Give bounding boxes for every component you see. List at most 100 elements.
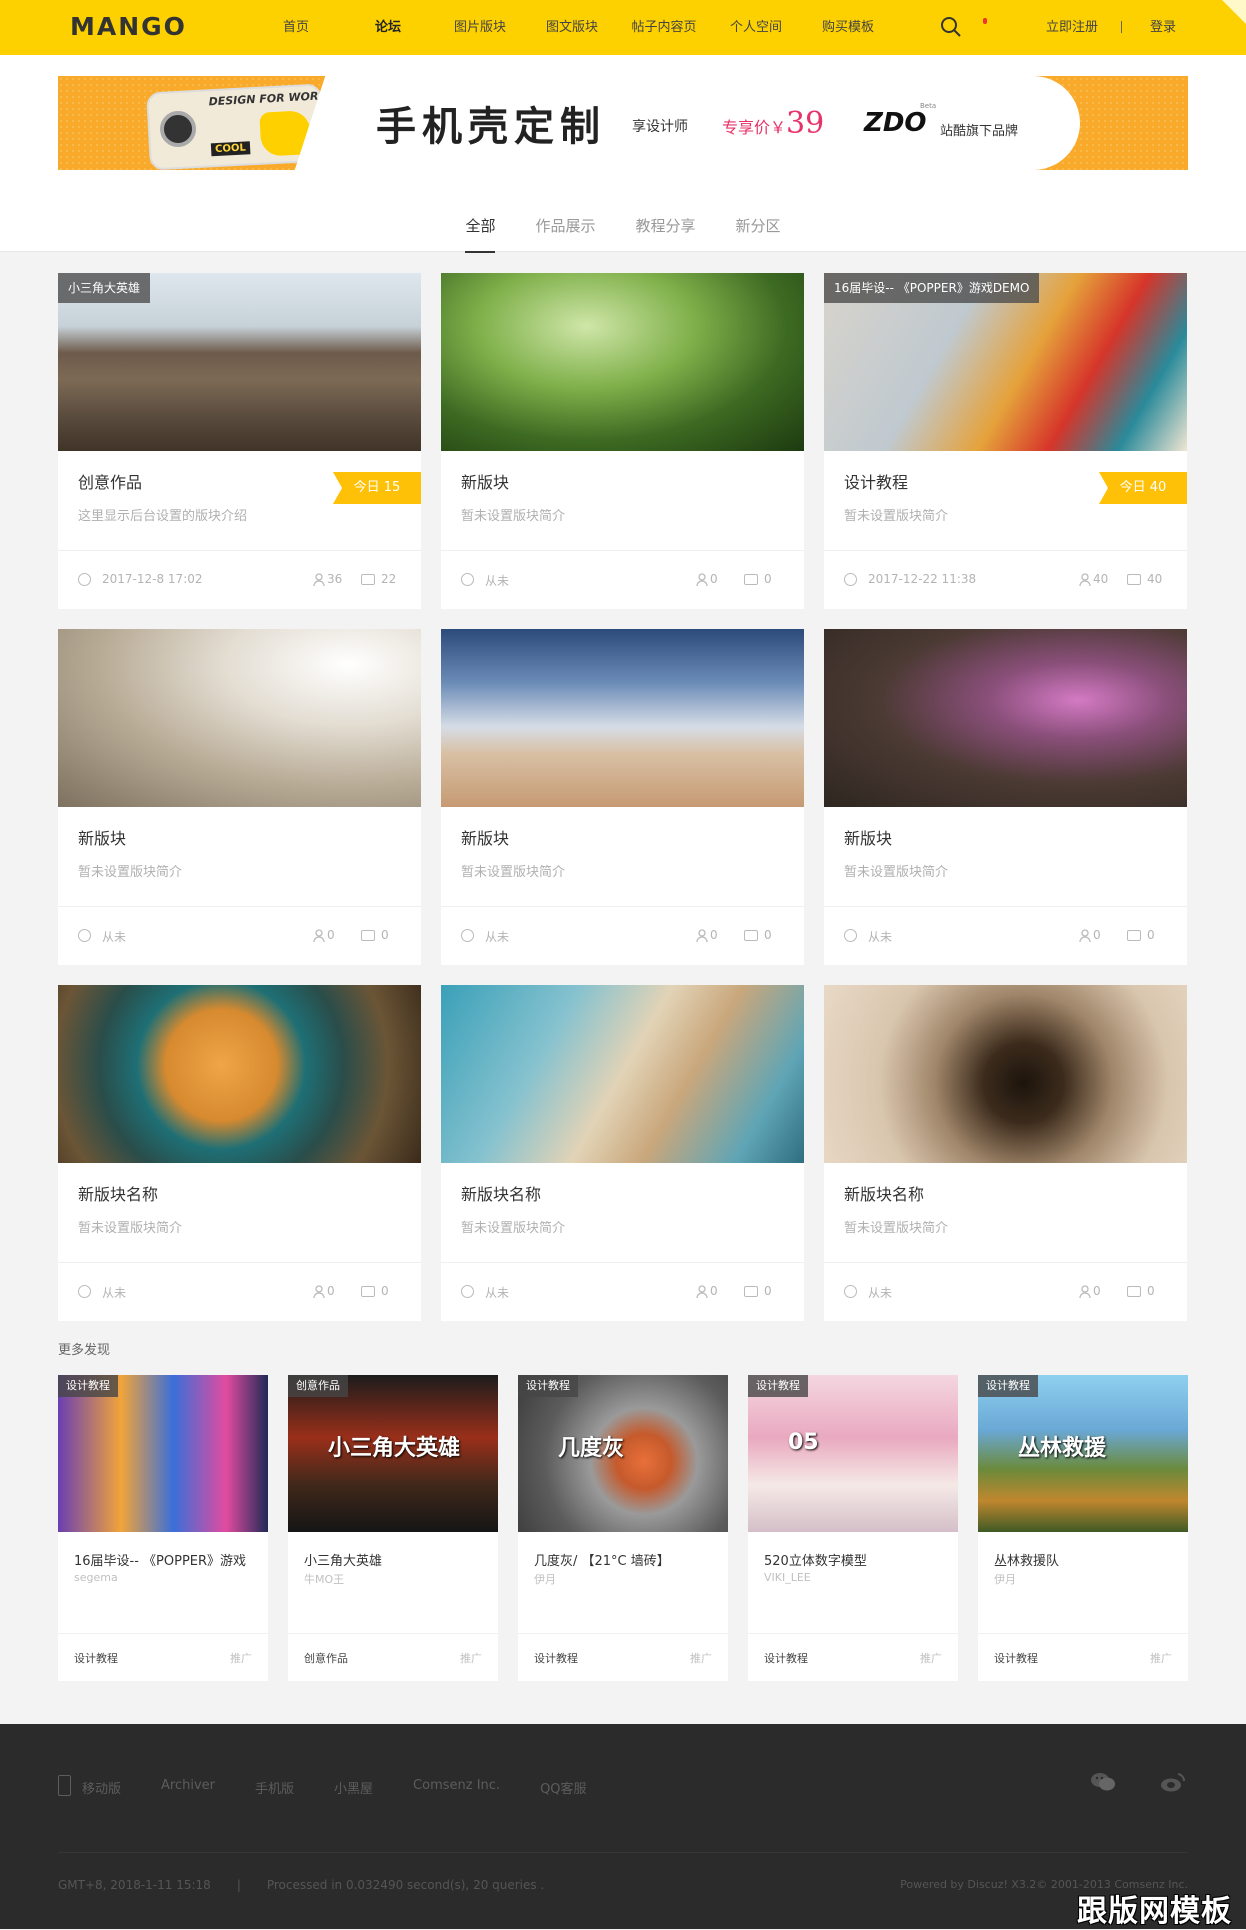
ad-banner[interactable]: DESIGN FOR WOR COOL 手机壳定制 享设计师 专享价￥39 ZD…	[58, 76, 1188, 170]
forum-card-meta: 从未 0 0	[844, 1282, 1167, 1302]
discover-card-title[interactable]: 小三角大英雄	[304, 1550, 484, 1569]
card-divider	[824, 906, 1187, 907]
forum-card-image[interactable]	[58, 629, 421, 807]
user-icon	[696, 573, 708, 586]
forum-card-title[interactable]: 创意作品	[78, 469, 142, 493]
weibo-icon[interactable]	[1160, 1772, 1186, 1792]
image-icon	[361, 574, 375, 585]
tab-tutorials[interactable]: 教程分享	[636, 205, 696, 253]
user-icon	[696, 1285, 708, 1298]
tab-all[interactable]: 全部	[465, 205, 496, 253]
forum-card-title[interactable]: 新版块	[461, 825, 509, 849]
discover-card-title[interactable]: 丛林救援队	[994, 1550, 1174, 1569]
nav-image-text-board[interactable]: 图文版块	[526, 0, 618, 55]
discover-card[interactable]: 几度灰 设计教程 几度灰/ 【21°C 墙砖】 伊月 设计教程 推广	[518, 1375, 728, 1681]
register-link[interactable]: 立即注册	[1046, 0, 1098, 55]
last-post-time: 从未	[485, 1286, 510, 1300]
discover-card[interactable]: 05 设计教程 520立体数字模型 VIKI_LEE 设计教程 推广	[748, 1375, 958, 1681]
footer-link-qq[interactable]: QQ客服	[540, 1778, 586, 1797]
forum-card-title[interactable]: 新版块	[844, 825, 892, 849]
site-logo[interactable]: MANGO	[70, 12, 187, 41]
nav-home[interactable]: 首页	[250, 0, 342, 55]
post-count: 40	[1147, 572, 1163, 586]
tab-works[interactable]: 作品展示	[535, 205, 595, 253]
forum-card-image[interactable]	[441, 273, 804, 451]
forum-card-desc: 暂未设置版块简介	[461, 509, 566, 524]
today-count-badge: 今日 40	[1099, 472, 1187, 504]
discover-card-title[interactable]: 16届毕设-- 《POPPER》游戏	[74, 1550, 254, 1569]
forum-card-image[interactable]	[824, 629, 1187, 807]
forum-card[interactable]: 新版块 暂未设置版块简介 从未 0 0	[441, 273, 804, 609]
today-count-badge: 今日 15	[333, 472, 421, 504]
forum-card-title[interactable]: 新版块名称	[78, 1181, 158, 1205]
forum-card[interactable]: 新版块 暂未设置版块简介 从未 0 0	[441, 629, 804, 965]
forum-card-meta: 2017-12-22 11:38 40 40	[844, 570, 1167, 590]
forum-card-title[interactable]: 设计教程	[844, 469, 908, 493]
discover-card-category[interactable]: 创意作品	[304, 1650, 348, 1666]
discover-card[interactable]: 丛林救援 设计教程 丛林救援队 伊月 设计教程 推广	[978, 1375, 1188, 1681]
post-count: 0	[381, 928, 389, 942]
discover-card-label: 创意作品	[288, 1375, 348, 1397]
forum-card-desc: 暂未设置版块简介	[844, 1221, 949, 1236]
forum-card-desc: 暂未设置版块简介	[78, 1221, 183, 1236]
discover-card-title[interactable]: 几度灰/ 【21°C 墙砖】	[534, 1550, 714, 1569]
discover-card-category[interactable]: 设计教程	[74, 1650, 118, 1666]
user-count: 40	[1093, 572, 1109, 586]
discover-card-author[interactable]: VIKI_LEE	[764, 1571, 811, 1584]
footer-link-comsenz[interactable]: Comsenz Inc.	[413, 1778, 500, 1797]
forum-card-title[interactable]: 新版块名称	[844, 1181, 924, 1205]
forum-card-meta: 2017-12-8 17:02 36 22	[78, 570, 401, 590]
footer-link-mobile[interactable]: 移动版	[58, 1775, 121, 1797]
forum-card-image[interactable]	[58, 985, 421, 1163]
post-count: 0	[1147, 928, 1155, 942]
forum-card[interactable]: 新版块 暂未设置版块简介 从未 0 0	[824, 629, 1187, 965]
forum-card-meta: 从未 0 0	[844, 926, 1167, 946]
forum-card[interactable]: 新版块名称暂未设置版块简介从未 0 0	[824, 985, 1187, 1321]
discover-card-image[interactable]: 05	[748, 1375, 958, 1532]
forum-card[interactable]: 新版块 暂未设置版块简介 从未 0 0	[58, 629, 421, 965]
forum-card-title[interactable]: 新版块名称	[461, 1181, 541, 1205]
discover-card-author[interactable]: segema	[74, 1571, 118, 1584]
discover-card-author[interactable]: 伊月	[534, 1571, 556, 1587]
nav-forum[interactable]: 论坛	[342, 0, 434, 55]
forum-card-image[interactable]	[441, 985, 804, 1163]
forum-card-image[interactable]	[824, 985, 1187, 1163]
discover-card-author[interactable]: 伊月	[994, 1571, 1016, 1587]
image-icon	[744, 574, 758, 585]
forum-card[interactable]: 新版块名称 暂未设置版块简介 从未 0 0	[441, 985, 804, 1321]
search-icon[interactable]	[940, 16, 962, 38]
discover-card-title[interactable]: 520立体数字模型	[764, 1550, 944, 1569]
forum-card[interactable]: 小三角大英雄 创意作品 这里显示后台设置的版块介绍 今日 15 2017-12-8 17…	[58, 273, 421, 609]
discover-card[interactable]: 小三角大英雄 创意作品 小三角大英雄 牛MO王 创意作品 推广	[288, 1375, 498, 1681]
forum-card[interactable]: 新版块名称 暂未设置版块简介 从未 0 0	[58, 985, 421, 1321]
nav-post-page[interactable]: 帖子内容页	[618, 0, 710, 55]
discover-card-image[interactable]	[58, 1375, 268, 1532]
nav-image-board[interactable]: 图片版块	[434, 0, 526, 55]
login-link[interactable]: 登录	[1150, 0, 1176, 55]
top-navbar: MANGO 首页 论坛 图片版块 图文版块 帖子内容页 个人空间 购买模板 立即…	[0, 0, 1246, 55]
tab-new-section[interactable]: 新分区	[736, 205, 781, 253]
discover-card-image[interactable]: 丛林救援	[978, 1375, 1188, 1532]
footer-link-phone[interactable]: 手机版	[255, 1778, 294, 1797]
footer-link-blackroom[interactable]: 小黑屋	[334, 1778, 373, 1797]
discover-card-category[interactable]: 设计教程	[994, 1650, 1038, 1666]
discover-card-image[interactable]: 小三角大英雄	[288, 1375, 498, 1532]
discover-card[interactable]: 设计教程 16届毕设-- 《POPPER》游戏 segema 设计教程 推广	[58, 1375, 268, 1681]
footer-link-archiver[interactable]: Archiver	[161, 1778, 215, 1797]
banner-price-prefix: 专享价￥	[722, 118, 787, 137]
discover-card-category[interactable]: 设计教程	[764, 1650, 808, 1666]
discover-card-author[interactable]: 牛MO王	[304, 1571, 344, 1587]
forum-card-image[interactable]	[441, 629, 804, 807]
forum-card-title[interactable]: 新版块	[78, 825, 126, 849]
banner-price-value: 39	[786, 106, 825, 141]
main-nav: 首页 论坛 图片版块 图文版块 帖子内容页 个人空间 购买模板	[250, 0, 894, 55]
user-icon	[313, 1285, 325, 1298]
nav-buy-template[interactable]: 购买模板	[802, 0, 894, 55]
wechat-icon[interactable]	[1090, 1772, 1116, 1792]
discover-card-image[interactable]: 几度灰	[518, 1375, 728, 1532]
discover-card-category[interactable]: 设计教程	[534, 1650, 578, 1666]
forum-card-title[interactable]: 新版块	[461, 469, 509, 493]
nav-personal-space[interactable]: 个人空间	[710, 0, 802, 55]
forum-card[interactable]: 16届毕设-- 《POPPER》游戏DEMO 设计教程 暂未设置版块简介 今日 40 2…	[824, 273, 1187, 609]
card-divider	[58, 550, 421, 551]
